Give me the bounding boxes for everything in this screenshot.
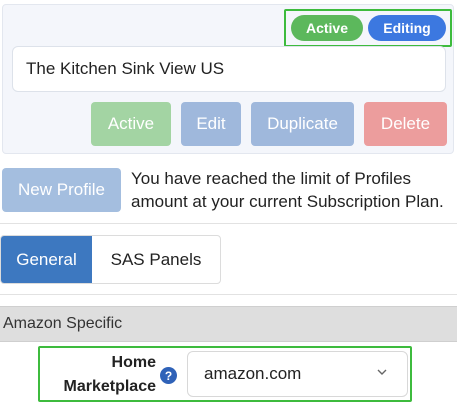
new-profile-button[interactable]: New Profile [2,168,121,212]
profile-name: The Kitchen Sink View US [12,46,446,92]
divider [0,223,457,224]
chevron-down-icon [377,369,387,375]
tab-bar: General SAS Panels [0,235,221,284]
edit-button[interactable]: Edit [181,102,241,146]
home-marketplace-selected-value: amazon.com [204,364,302,383]
question-circle-icon[interactable]: ? [160,367,177,384]
editing-status-badge: Editing [368,15,446,41]
duplicate-button[interactable]: Duplicate [251,102,354,146]
section-header-amazon-specific: Amazon Specific [0,306,457,342]
tab-general[interactable]: General [1,236,92,283]
divider [0,294,457,295]
delete-button[interactable]: Delete [364,102,447,146]
home-marketplace-label-line1: Home [111,354,156,371]
home-marketplace-select[interactable]: amazon.com [187,351,408,397]
home-marketplace-label: Home Marketplace [46,351,157,399]
active-status-badge: Active [291,15,363,41]
profile-limit-message: You have reached the limit of Profiles a… [131,169,444,211]
activate-button[interactable]: Active [91,102,171,146]
home-marketplace-label-line2: Marketplace [63,378,157,395]
tab-sas-panels[interactable]: SAS Panels [92,236,220,283]
